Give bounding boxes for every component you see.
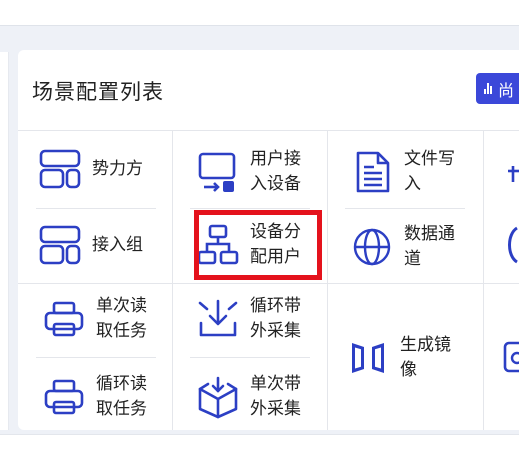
left-panel: [0, 52, 9, 430]
partial-item-middle[interactable]: [503, 226, 519, 264]
partial-item-bottom[interactable]: [503, 340, 519, 374]
grid-divider: [190, 357, 310, 358]
card-title: 场景配置列表: [32, 80, 164, 104]
grid-divider: [36, 208, 156, 209]
grid-divider: [190, 208, 310, 209]
group-icon: [38, 223, 82, 267]
plus-icon: [500, 162, 519, 182]
grid-divider: [172, 130, 173, 430]
cycle-read-label: 循环读取任务: [96, 374, 147, 419]
stats-button[interactable]: 尚: [476, 73, 519, 104]
cycle-collect-label: 循环带外采集: [250, 296, 301, 341]
grid-divider: [327, 130, 328, 430]
printer-icon: [42, 375, 86, 419]
cycle-collect-item[interactable]: 循环带外采集: [196, 294, 306, 344]
grid-divider: [18, 283, 519, 284]
cycle-read-item[interactable]: 循环读取任务: [42, 372, 152, 422]
phone-icon: [503, 226, 519, 264]
join-group-item[interactable]: 接入组: [38, 223, 143, 267]
bar-chart-icon: [484, 83, 494, 94]
join-group-label: 接入组: [92, 234, 143, 255]
data-channel-item[interactable]: 数据通道: [350, 222, 460, 272]
grid-divider: [345, 208, 465, 209]
grid-divider: [483, 130, 484, 430]
faction-icon: [38, 147, 82, 191]
user-access-item[interactable]: 用户接入设备: [196, 147, 306, 197]
data-channel-label: 数据通道: [404, 224, 455, 269]
camera-icon: [503, 340, 519, 374]
single-collect-label: 单次带外采集: [250, 374, 301, 419]
user-access-label: 用户接入设备: [250, 149, 301, 194]
grid-divider: [18, 130, 519, 131]
box-download-icon: [196, 375, 240, 419]
partial-item-top[interactable]: [500, 162, 519, 182]
top-bar: [0, 0, 519, 26]
single-collect-item[interactable]: 单次带外采集: [196, 372, 306, 422]
collect-icon: [196, 297, 240, 341]
globe-icon: [350, 225, 394, 269]
document-icon: [350, 150, 394, 194]
mirror-label: 生成镜像: [400, 335, 451, 380]
single-read-item[interactable]: 单次读取任务: [42, 294, 152, 344]
file-write-item[interactable]: 文件写入: [350, 147, 460, 197]
bottom-bar: [0, 434, 519, 465]
monitor-device-icon: [196, 150, 240, 194]
printer-icon: [42, 297, 86, 341]
single-read-label: 单次读取任务: [96, 296, 147, 341]
file-write-label: 文件写入: [404, 149, 455, 194]
shili-label: 势力方: [92, 158, 143, 179]
grid-divider: [36, 357, 156, 358]
mirror-item[interactable]: 生成镜像: [346, 333, 456, 383]
shili-item[interactable]: 势力方: [38, 147, 143, 191]
stats-button-label: 尚: [498, 80, 515, 100]
selection-highlight: [194, 210, 322, 280]
mirror-icon: [346, 336, 390, 380]
